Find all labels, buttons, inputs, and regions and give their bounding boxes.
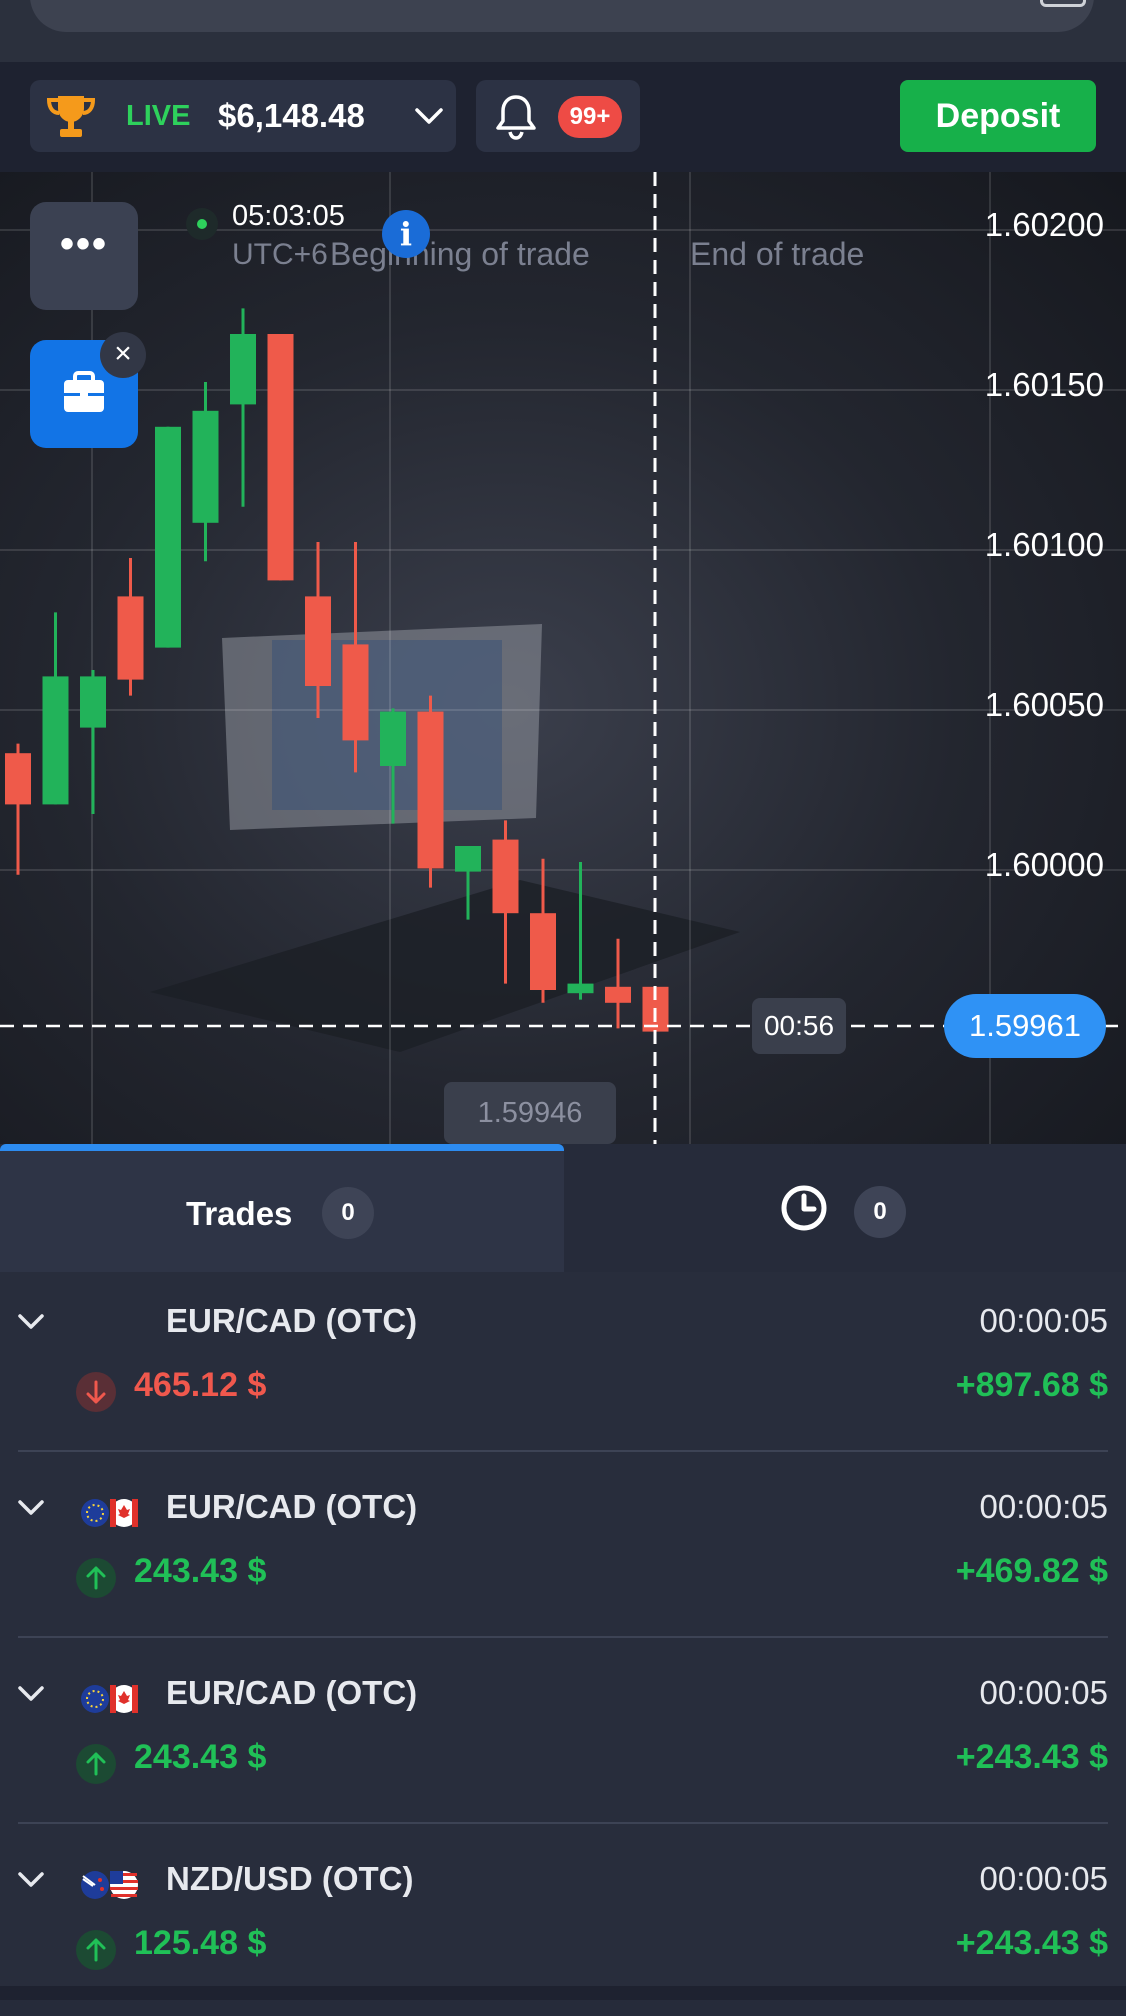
beginning-of-trade-label: Beginning of trade: [330, 236, 590, 272]
price-level-label: 1.60100: [984, 526, 1104, 563]
account-balance: $6,148.48: [218, 97, 365, 134]
arrow-up-icon: [76, 1930, 116, 1970]
ellipsis-icon: •••: [59, 222, 108, 266]
end-of-trade-label: End of trade: [690, 236, 865, 272]
candle-body: [155, 426, 181, 648]
address-bar[interactable]: [30, 0, 1094, 32]
trades-list: EUR/CAD (OTC) 00:00:05 465.12 $ +897.68 …: [0, 1272, 1126, 2000]
system-nav-bar: [0, 1986, 1126, 2000]
trade-time: 00:00:05: [979, 1860, 1108, 1897]
status-dot: [186, 208, 218, 240]
bell-icon: [496, 95, 536, 140]
tabs-icon[interactable]: [1040, 0, 1086, 7]
arrow-up-icon: [76, 1744, 116, 1784]
info-icon[interactable]: i: [382, 210, 430, 258]
trade-pair: EUR/CAD (OTC): [166, 1674, 418, 1711]
close-icon[interactable]: ×: [100, 332, 146, 378]
chevron-down-icon[interactable]: [16, 1492, 46, 1522]
trade-row[interactable]: EUR/CAD (OTC) 00:00:05 243.43 $ +243.43 …: [0, 1644, 1126, 1830]
price-level-label: 1.60200: [984, 206, 1104, 243]
arrow-up-icon: [76, 1558, 116, 1598]
trade-time: 00:00:05: [979, 1674, 1108, 1711]
nzd-usd-flags-icon: [81, 1871, 138, 1899]
clock-icon: [781, 1185, 827, 1231]
timezone-label: UTC+6: [232, 238, 328, 271]
arrow-down-icon: [76, 1372, 116, 1412]
divider: [18, 1450, 1108, 1452]
tab-trades[interactable]: Trades 0: [0, 1144, 564, 1275]
price-chart[interactable]: 05:03:05 UTC+6 Beginning of trade End of…: [0, 172, 1126, 1144]
trades-tabs: Trades 0 0: [0, 1144, 1126, 1275]
deposit-button[interactable]: Deposit: [900, 80, 1096, 152]
price-level-label: 1.60150: [984, 366, 1104, 403]
browser-bar: [0, 0, 1126, 62]
trade-payout: +469.82 $: [955, 1552, 1108, 1590]
candle-body: [267, 334, 294, 581]
candle-body: [80, 676, 106, 728]
history-count-badge: 0: [854, 1186, 906, 1238]
trade-row[interactable]: EUR/CAD (OTC) 00:00:05 243.43 $ +469.82 …: [0, 1458, 1126, 1644]
chevron-down-icon[interactable]: [16, 1864, 46, 1894]
chart-canvas: [0, 172, 1126, 1144]
trade-payout: +243.43 $: [955, 1924, 1108, 1962]
candle-body: [567, 983, 594, 994]
notification-count-badge: 99+: [558, 96, 622, 138]
candle-body: [342, 644, 369, 741]
divider: [18, 1636, 1108, 1638]
trade-pair: EUR/CAD (OTC): [166, 1302, 418, 1339]
candle-body: [380, 711, 406, 766]
candle-body: [230, 334, 256, 405]
trade-time: 00:00:05: [979, 1488, 1108, 1525]
trophy-icon: [46, 96, 96, 137]
account-selector[interactable]: LIVE $6,148.48: [30, 80, 456, 152]
trade-amount: 465.12 $: [134, 1366, 267, 1404]
account-mode: LIVE: [126, 100, 191, 132]
low-price-label: 1.59946: [444, 1082, 616, 1144]
candle-body: [192, 410, 219, 523]
chevron-down-icon[interactable]: [16, 1678, 46, 1708]
trade-amount: 243.43 $: [134, 1552, 267, 1590]
price-level-label: 1.60050: [984, 686, 1104, 723]
eur-cad-flags-icon: [81, 1685, 138, 1713]
candle-body: [5, 753, 31, 805]
expiry-countdown: 00:56: [752, 998, 846, 1054]
chevron-down-icon: [415, 108, 443, 124]
candle-body: [417, 711, 444, 869]
clock-time: 05:03:05: [232, 200, 345, 232]
trade-pair: EUR/CAD (OTC): [166, 1488, 418, 1525]
candle-body: [530, 913, 556, 990]
trades-count-badge: 0: [322, 1187, 374, 1239]
notifications-button[interactable]: 99+: [476, 80, 640, 152]
trade-pair: NZD/USD (OTC): [166, 1860, 414, 1897]
more-options-button[interactable]: •••: [30, 202, 138, 310]
candle-body: [42, 676, 69, 805]
divider: [18, 1822, 1108, 1824]
trade-time: 00:00:05: [979, 1302, 1108, 1339]
trade-amount: 243.43 $: [134, 1738, 267, 1776]
tab-history[interactable]: 0: [564, 1144, 1126, 1268]
candle-body: [305, 596, 331, 686]
trade-payout: +897.68 $: [955, 1366, 1108, 1404]
trade-payout: +243.43 $: [955, 1738, 1108, 1776]
eur-cad-flags-icon: [81, 1499, 138, 1527]
candle-body: [455, 846, 481, 872]
trade-amount: 125.48 $: [134, 1924, 267, 1962]
candle-body: [605, 986, 631, 1003]
trade-row[interactable]: EUR/CAD (OTC) 00:00:05 465.12 $ +897.68 …: [0, 1272, 1126, 1458]
chevron-down-icon[interactable]: [16, 1306, 46, 1336]
app-header: LIVE $6,148.48 99+ Deposit: [0, 62, 1126, 172]
candle-body: [117, 596, 144, 680]
tab-trades-label: Trades: [186, 1195, 293, 1232]
current-price-badge: 1.59961: [944, 994, 1106, 1058]
candle-body: [492, 839, 519, 914]
price-level-label: 1.60000: [984, 846, 1104, 883]
